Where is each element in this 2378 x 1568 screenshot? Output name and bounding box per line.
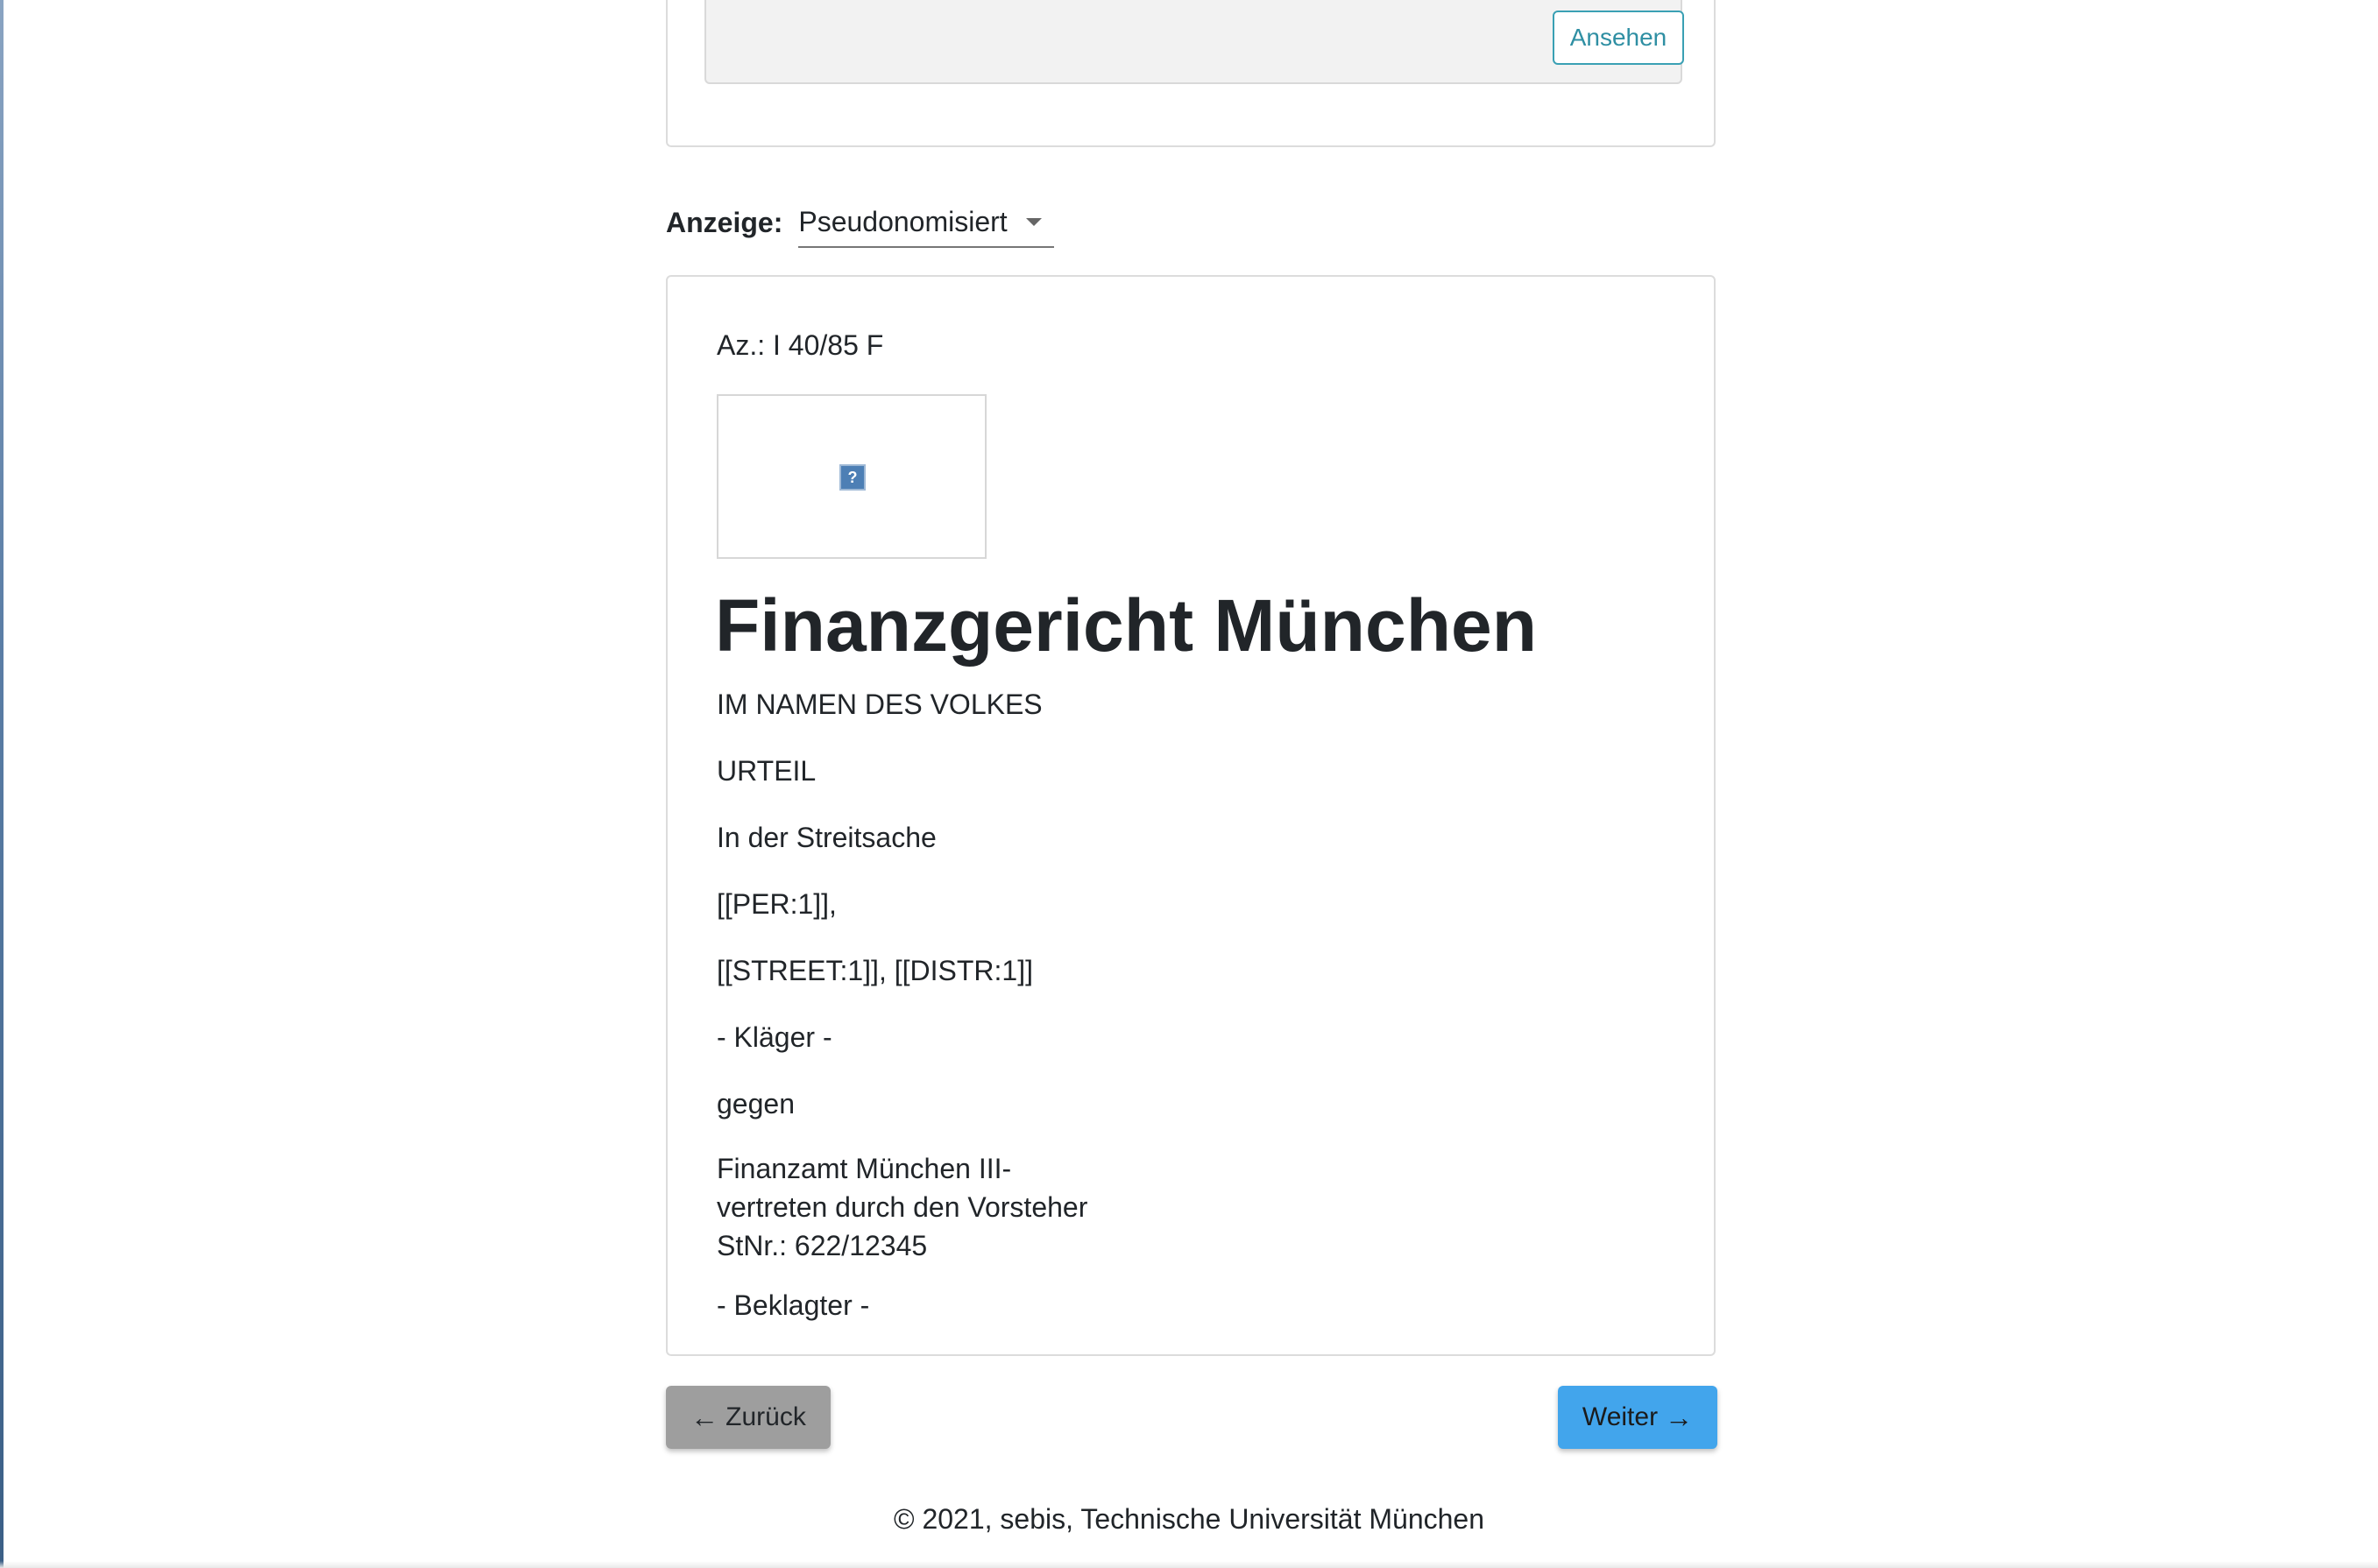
- back-button[interactable]: ← Zurück: [666, 1386, 831, 1449]
- next-button-label: Weiter: [1582, 1402, 1659, 1431]
- window-edge: [0, 0, 4, 1568]
- next-button[interactable]: Weiter →: [1558, 1386, 1717, 1449]
- page: Ansehen Anzeige: Pseudonomisiert Az.: I …: [0, 0, 2378, 1568]
- document-preview-card: Ansehen: [666, 0, 1716, 147]
- display-mode-select[interactable]: Pseudonomisiert: [798, 197, 1055, 248]
- display-mode-value: Pseudonomisiert: [798, 205, 1008, 237]
- defendant-block: Finanzamt München III- vertreten durch d…: [717, 1149, 1087, 1265]
- footer-copyright: © 2021, sebis, Technische Universität Mü…: [893, 1503, 1484, 1535]
- window-bottom-edge: [0, 1561, 2378, 1568]
- document-line: gegen: [717, 1088, 795, 1119]
- preview-panel: Ansehen: [704, 0, 1684, 84]
- document-line: In der Streitsache: [717, 822, 937, 853]
- display-mode-label: Anzeige:: [666, 206, 783, 238]
- document-line: URTEIL: [717, 755, 817, 787]
- court-title: Finanzgericht München: [715, 584, 1538, 667]
- view-button[interactable]: Ansehen: [1553, 11, 1684, 65]
- document-line: [[PER:1]],: [717, 888, 837, 920]
- document-card: Az.: I 40/85 F ? Finanzgericht München I…: [666, 275, 1716, 1356]
- arrow-right-icon: →: [1665, 1401, 1694, 1433]
- arrow-left-icon: ←: [690, 1401, 719, 1433]
- defendant-line: Finanzamt München III-: [717, 1153, 1012, 1184]
- document-line: - Kläger -: [717, 1021, 832, 1053]
- display-mode-row: Anzeige: Pseudonomisiert: [666, 196, 1055, 249]
- back-button-label: Zurück: [725, 1402, 806, 1431]
- document-line: [[STREET:1]], [[DISTR:1]]: [717, 955, 1033, 986]
- broken-image-placeholder: ?: [717, 394, 987, 559]
- file-number: Az.: I 40/85 F: [717, 329, 884, 361]
- caret-down-icon: [1026, 218, 1043, 226]
- document-line: IM NAMEN DES VOLKES: [717, 689, 1043, 720]
- defendant-role: - Beklagter -: [717, 1289, 870, 1321]
- defendant-line: StNr.: 622/12345: [717, 1230, 928, 1261]
- defendant-line: vertreten durch den Vorsteher: [717, 1191, 1088, 1223]
- broken-image-icon: ?: [839, 464, 866, 491]
